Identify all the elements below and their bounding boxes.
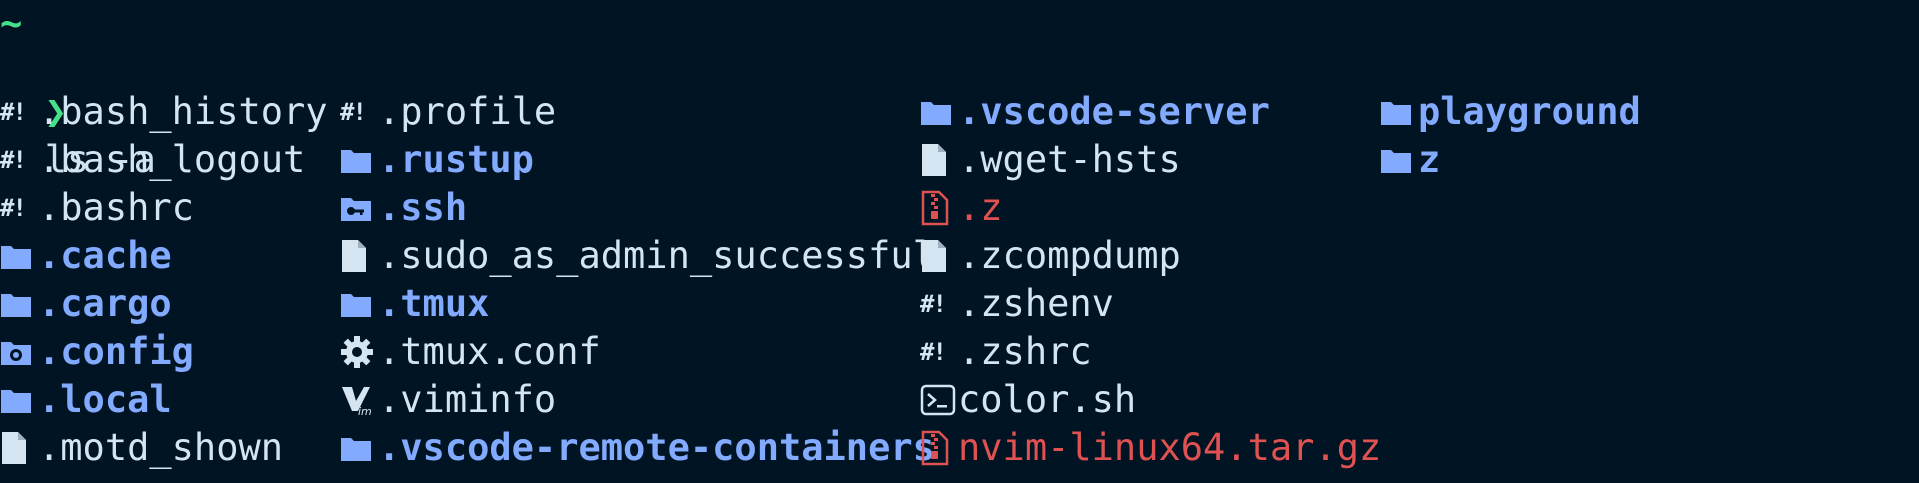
ls-entry: playground <box>1380 88 1641 136</box>
shell-script-icon: #! <box>0 194 27 222</box>
folder-icon <box>920 88 958 136</box>
ls-entry: #! .zshenv <box>920 280 1114 328</box>
ls-entry: #! .bash_history <box>0 88 328 136</box>
folder-icon <box>0 280 38 328</box>
ls-entry: .vscode-server <box>920 88 1270 136</box>
ls-entry: .cargo <box>0 280 172 328</box>
svg-text:im: im <box>358 405 372 417</box>
command-prompt-line: ❯ ls -a <box>0 40 156 181</box>
ls-entry: .zcompdump <box>920 232 1181 280</box>
folder-icon <box>1380 88 1418 136</box>
shell-script-icon: #! <box>920 290 947 318</box>
file-icon <box>920 232 958 280</box>
ls-entry: .sudo_as_admin_successful <box>340 232 935 280</box>
ls-entry: im .viminfo <box>340 376 556 424</box>
folder-icon <box>340 280 378 328</box>
zip-icon <box>920 184 958 232</box>
ls-entry-name: .config <box>38 330 194 373</box>
ls-entry: .vscode-remote-containers <box>340 424 935 472</box>
ls-entry-name: .local <box>38 378 172 421</box>
shell-script-icon: #! <box>0 146 27 174</box>
ls-entry: color.sh <box>920 376 1136 424</box>
ls-entry-name: .sudo_as_admin_successful <box>378 234 935 277</box>
ls-entry-name: .motd_shown <box>38 426 284 469</box>
ls-entry-name: .cache <box>38 234 172 277</box>
ls-entry: .local <box>0 376 172 424</box>
vim-icon: im <box>340 376 378 424</box>
ls-entry-name: .cargo <box>38 282 172 325</box>
ls-entry: #! .bash_logout <box>0 136 305 184</box>
ls-entry-name: .zshenv <box>958 282 1114 325</box>
ls-entry-name: color.sh <box>958 378 1137 421</box>
ls-entry-name: .vscode-server <box>958 90 1270 133</box>
ls-entry: z <box>1380 136 1440 184</box>
ls-entry: .rustup <box>340 136 534 184</box>
ls-entry-name: z <box>1418 138 1441 181</box>
ls-entry-name: .z <box>958 186 1003 229</box>
shell-script-icon: #! <box>340 98 367 126</box>
file-icon <box>0 424 38 472</box>
folder-icon <box>1380 136 1418 184</box>
file-icon <box>340 232 378 280</box>
folder-icon <box>0 376 38 424</box>
ls-entry-name: .viminfo <box>378 378 557 421</box>
ls-entry: .wget-hsts <box>920 136 1181 184</box>
ls-entry: .motd_shown <box>0 424 283 472</box>
zip-icon <box>920 424 958 472</box>
ls-entry: #! .profile <box>340 88 556 136</box>
gear-icon <box>340 328 378 376</box>
folder-icon <box>0 232 38 280</box>
ls-entry: .ssh <box>340 184 467 232</box>
ls-entry-name: .tmux.conf <box>378 330 601 373</box>
ls-entry-name: .profile <box>378 90 557 133</box>
ls-entry: .tmux <box>340 280 489 328</box>
folder-icon <box>340 136 378 184</box>
ls-entry: nvim-linux64.tar.gz <box>920 424 1381 472</box>
ls-entry-name: .ssh <box>378 186 468 229</box>
ls-entry: .z <box>920 184 1003 232</box>
folder-icon <box>340 424 378 472</box>
ls-entry-name: .bashrc <box>38 186 194 229</box>
shell-script-icon: #! <box>0 98 27 126</box>
file-icon <box>920 136 958 184</box>
ls-entry-name: .bash_logout <box>38 138 306 181</box>
ls-entry: #! .zshrc <box>920 328 1092 376</box>
ls-entry: .tmux.conf <box>340 328 601 376</box>
folder-config-icon <box>0 328 38 376</box>
ls-entry: .cache <box>0 232 172 280</box>
folder-key-icon <box>340 184 378 232</box>
ls-entry-name: .zcompdump <box>958 234 1181 277</box>
ls-entry-name: nvim-linux64.tar.gz <box>958 426 1382 469</box>
ls-entry-name: .rustup <box>378 138 534 181</box>
ls-entry: .config <box>0 328 194 376</box>
shell-script-icon: #! <box>920 338 947 366</box>
ls-entry-name: .zshrc <box>958 330 1092 373</box>
ls-entry: #! .bashrc <box>0 184 194 232</box>
ls-entry-name: .bash_history <box>38 90 328 133</box>
ls-entry-name: .vscode-remote-containers <box>378 426 935 469</box>
ls-entry-name: playground <box>1418 90 1641 133</box>
ls-entry-name: .tmux <box>378 282 490 325</box>
terminal-icon <box>920 376 958 424</box>
ls-entry-name: .wget-hsts <box>958 138 1181 181</box>
